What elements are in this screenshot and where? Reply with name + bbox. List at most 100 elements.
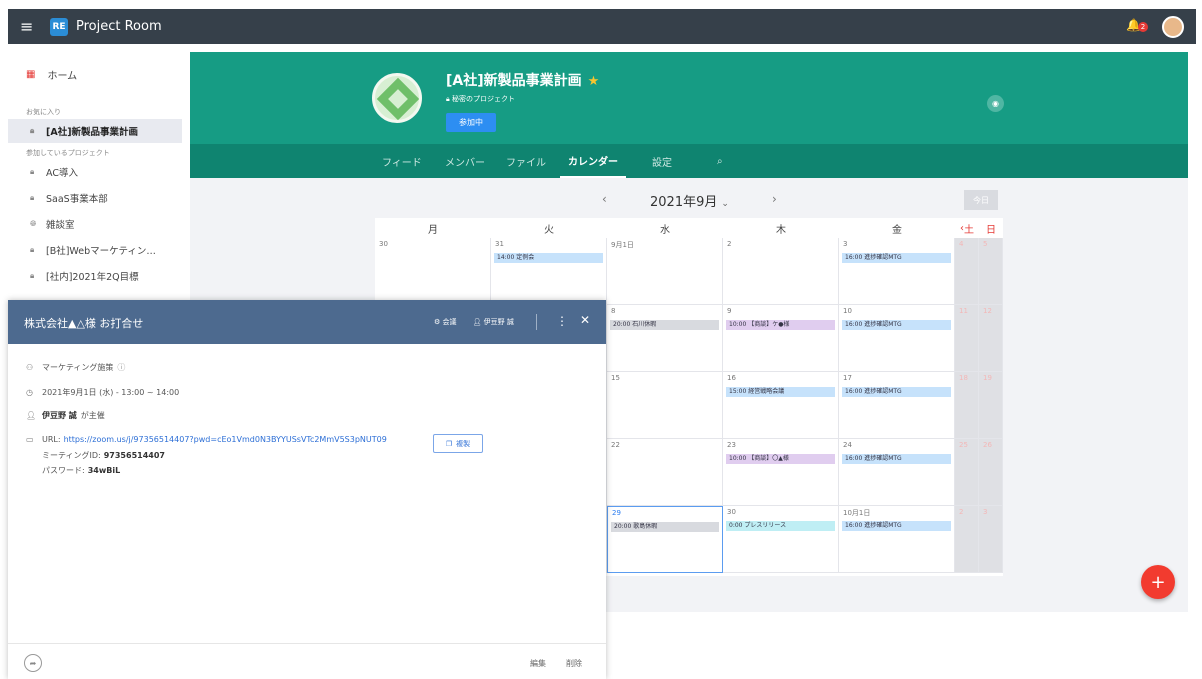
lock-icon: 🔒︎	[30, 271, 35, 280]
sidebar-item-b-company[interactable]: 🔒︎ [B社]Webマーケティン…	[8, 238, 182, 262]
day-number: 30	[379, 240, 388, 248]
calendar-event[interactable]: 16:00 進捗確認MTG	[842, 253, 951, 263]
globe-icon: 🌐︎	[30, 219, 37, 228]
chevron-down-icon: ⌄	[721, 199, 729, 209]
close-icon[interactable]: ✕	[580, 313, 590, 327]
calendar-day-cell[interactable]: 11	[955, 305, 979, 372]
calendar-day-cell[interactable]: 2	[955, 506, 979, 573]
calendar-event[interactable]: 0:00 プレスリリース	[726, 521, 835, 531]
meeting-id-row: ミーティングID: 97356514407	[42, 451, 165, 460]
join-button[interactable]: 参加中	[446, 113, 496, 132]
project-avatar	[372, 73, 422, 123]
calendar-event[interactable]: 16:00 進捗確認MTG	[842, 320, 951, 330]
menu-icon[interactable]: ≡	[20, 17, 38, 36]
project-tabs: フィード メンバー ファイル カレンダー 設定 ⌕	[190, 144, 1188, 178]
day-number: 17	[843, 374, 852, 382]
calendar-day-cell[interactable]: 23 10:00 【商談】〇▲様	[723, 439, 839, 506]
calendar-day-cell[interactable]: 2	[723, 238, 839, 305]
calendar-day-cell[interactable]: 29 20:00 歌島休暇	[607, 506, 723, 573]
calendar-day-cell[interactable]: 12	[979, 305, 1003, 372]
prev-month-icon[interactable]: ‹	[602, 192, 607, 206]
datetime-row: ◷ 2021年9月1日 (水) - 13:00 ~ 14:00	[26, 388, 180, 397]
more-icon[interactable]: ⋮	[556, 314, 568, 328]
month-label[interactable]: 2021年9月 ⌄	[650, 191, 729, 210]
user-avatar[interactable]	[1162, 15, 1184, 38]
day-number: 10	[843, 307, 852, 315]
calendar-day-cell[interactable]: 9月1日	[607, 238, 723, 305]
calendar-day-cell[interactable]: 26	[979, 439, 1003, 506]
day-number: 15	[611, 374, 620, 382]
next-month-icon[interactable]: ›	[772, 192, 777, 206]
calendar-event[interactable]: 10:00 【商談】ケ●様	[726, 320, 835, 330]
sidebar-item-favorite-project[interactable]: 🔒︎ [A社]新製品事業計画	[8, 119, 182, 143]
dialog-footer: ➦ 編集 削除	[8, 643, 606, 679]
delete-button[interactable]: 削除	[566, 658, 582, 669]
calendar-day-cell[interactable]: 17 16:00 進捗確認MTG	[839, 372, 955, 439]
sidebar-item-saas[interactable]: 🔒︎ SaaS事業本部	[8, 186, 182, 210]
calendar-day-cell[interactable]: 18	[955, 372, 979, 439]
weekday-fri: 金	[892, 224, 902, 236]
meeting-category: ⚙ 会議	[434, 318, 457, 326]
calendar-day-cell[interactable]: 24 16:00 進捗確認MTG	[839, 439, 955, 506]
camera-icon[interactable]: ◉	[987, 95, 1004, 112]
search-icon[interactable]: ⌕	[717, 144, 723, 178]
calendar-day-cell[interactable]: 15	[607, 372, 723, 439]
day-number: 8	[611, 307, 616, 315]
sidebar-item-home[interactable]: ▦ ホーム	[26, 67, 77, 82]
sidebar-item-ac[interactable]: 🔒︎ AC導入	[8, 160, 182, 184]
day-number: 18	[959, 374, 968, 382]
calendar-event[interactable]: 20:00 歌島休暇	[611, 522, 719, 532]
calendar-event[interactable]: 10:00 【商談】〇▲様	[726, 454, 835, 464]
project-subtitle: 🔒︎ 秘密のプロジェクト	[446, 95, 515, 103]
star-icon[interactable]: ★	[588, 74, 600, 89]
sidebar-item-internal[interactable]: 🔒︎ [社内]2021年2Q目標	[8, 264, 182, 288]
weekday-tue: 火	[544, 224, 554, 236]
weekday-sun: 日	[986, 224, 996, 236]
url-row: ▭ URL: https://zoom.us/j/97356514407?pwd=…	[26, 435, 387, 444]
calendar-day-cell[interactable]: 31 14:00 定例会	[491, 238, 607, 305]
calendar-day-cell[interactable]: 8 20:00 石川休暇	[607, 305, 723, 372]
app-logo-icon: RE	[50, 17, 68, 36]
tag-icon: ⚇	[26, 363, 34, 372]
copy-button[interactable]: ❐ 複製	[433, 434, 483, 453]
calendar-day-cell[interactable]: 3	[979, 506, 1003, 573]
add-button[interactable]: +	[1141, 565, 1175, 599]
today-button[interactable]: 今日	[964, 190, 998, 210]
calendar-day-cell[interactable]: 22	[607, 439, 723, 506]
day-number: 3	[843, 240, 848, 248]
tab-feed[interactable]: フィード	[382, 144, 422, 178]
calendar-event[interactable]: 16:00 進捗確認MTG	[842, 521, 951, 531]
tab-calendar[interactable]: カレンダー	[560, 144, 626, 178]
sidebar-home-label: ホーム	[47, 71, 78, 82]
app-title: Project Room	[76, 19, 162, 34]
calendar-day-cell[interactable]: 10月1日 16:00 進捗確認MTG	[839, 506, 955, 573]
calendar-day-cell[interactable]: 9 10:00 【商談】ケ●様	[723, 305, 839, 372]
weekday-mon: 月	[428, 224, 438, 236]
calendar-day-cell[interactable]: 16 15:00 経営戦略会議	[723, 372, 839, 439]
day-number: 19	[983, 374, 992, 382]
calendar-event[interactable]: 15:00 経営戦略会議	[726, 387, 835, 397]
calendar-day-cell[interactable]: 3 16:00 進捗確認MTG	[839, 238, 955, 305]
notification-bell-icon[interactable]: 🔔 2	[1126, 18, 1148, 36]
calendar-event[interactable]: 14:00 定例会	[494, 253, 603, 263]
calendar-day-cell[interactable]: 5	[979, 238, 1003, 305]
calendar-day-cell[interactable]: 4	[955, 238, 979, 305]
share-icon[interactable]: ➦	[24, 654, 42, 672]
calendar-event[interactable]: 16:00 進捗確認MTG	[842, 454, 951, 464]
calendar-event[interactable]: 20:00 石川休暇	[610, 320, 719, 330]
tab-files[interactable]: ファイル	[506, 144, 546, 178]
calendar-event[interactable]: 16:00 進捗確認MTG	[842, 387, 951, 397]
sidebar-item-chat[interactable]: 🌐︎ 雑談室	[8, 212, 182, 236]
day-number: 2	[959, 508, 964, 516]
edit-button[interactable]: 編集	[530, 658, 546, 669]
calendar-day-cell[interactable]: 19	[979, 372, 1003, 439]
day-number: 3	[983, 508, 988, 516]
calendar-day-cell[interactable]: 10 16:00 進捗確認MTG	[839, 305, 955, 372]
meeting-url-link[interactable]: https://zoom.us/j/97356514407?pwd=cEo1Vm…	[64, 435, 387, 444]
day-number: 11	[959, 307, 968, 315]
tab-settings[interactable]: 設定	[652, 144, 672, 178]
tab-members[interactable]: メンバー	[445, 144, 485, 178]
calendar-day-cell[interactable]: 25	[955, 439, 979, 506]
calendar-day-cell[interactable]: 30 0:00 プレスリリース	[723, 506, 839, 573]
calendar-day-cell[interactable]: 30	[375, 238, 491, 305]
